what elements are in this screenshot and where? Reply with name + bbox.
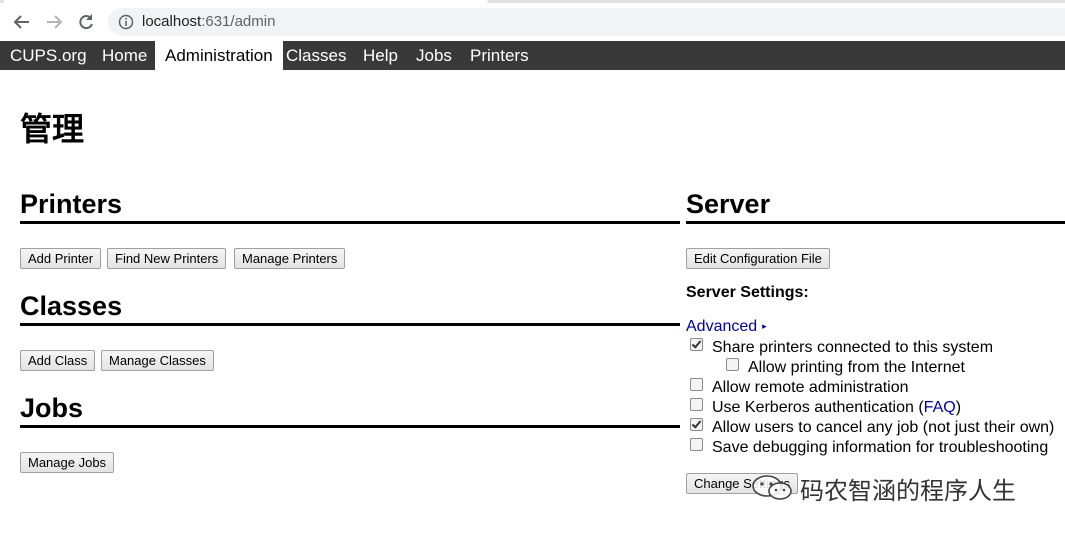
- option-label: Allow printing from the Internet: [748, 359, 965, 376]
- cups-nav-bar: CUPS.org Home Administration Classes Hel…: [0, 41, 1065, 70]
- tab-strip: [0, 0, 1065, 3]
- nav-printers[interactable]: Printers: [460, 41, 539, 70]
- option-cancel-any-job: Allow users to cancel any job (not just …: [690, 418, 1054, 437]
- printers-heading: Printers: [20, 189, 680, 224]
- manage-printers-button[interactable]: Manage Printers: [234, 248, 346, 269]
- remote-admin-checkbox[interactable]: [690, 378, 703, 391]
- kerberos-checkbox[interactable]: [690, 398, 703, 411]
- forward-button[interactable]: [42, 10, 66, 34]
- jobs-heading: Jobs: [20, 393, 680, 428]
- option-debug-logging: Save debugging information for troublesh…: [690, 438, 1048, 457]
- reload-button[interactable]: [74, 10, 98, 34]
- add-class-button[interactable]: Add Class: [20, 350, 96, 371]
- server-heading: Server: [686, 189, 1065, 224]
- browser-toolbar: localhost:631/admin: [0, 0, 1065, 43]
- option-label: Share printers connected to this system: [712, 339, 994, 356]
- manage-jobs-button[interactable]: Manage Jobs: [20, 452, 115, 473]
- add-printer-button[interactable]: Add Printer: [20, 248, 102, 269]
- classes-heading: Classes: [20, 291, 680, 326]
- url-text[interactable]: localhost:631/admin: [142, 13, 275, 30]
- allow-internet-printing-checkbox[interactable]: [726, 358, 739, 371]
- option-allow-internet-printing: Allow printing from the Internet: [726, 358, 965, 377]
- nav-administration[interactable]: Administration: [155, 41, 283, 70]
- option-label: Allow remote administration: [712, 379, 909, 396]
- option-remote-admin: Allow remote administration: [690, 378, 909, 397]
- nav-help[interactable]: Help: [353, 41, 408, 70]
- advanced-toggle[interactable]: Advanced ▸: [686, 318, 767, 336]
- option-label: Save debugging information for troublesh…: [712, 439, 1049, 456]
- share-printers-checkbox[interactable]: [690, 338, 703, 351]
- watermark: 码农智涵的程序人生: [750, 470, 1016, 506]
- cancel-any-job-checkbox[interactable]: [690, 418, 703, 431]
- server-settings-heading: Server Settings:: [686, 284, 809, 301]
- arrow-right-icon: [47, 15, 63, 29]
- nav-classes[interactable]: Classes: [276, 41, 356, 70]
- triangle-right-icon: ▸: [762, 321, 767, 331]
- option-label: Use Kerberos authentication (: [712, 399, 924, 416]
- option-kerberos: Use Kerberos authentication (FAQ): [690, 398, 961, 417]
- url-path: :631/admin: [201, 13, 276, 30]
- page-title: 管理: [20, 110, 85, 148]
- nav-jobs[interactable]: Jobs: [406, 41, 462, 70]
- faq-link[interactable]: FAQ: [924, 399, 956, 416]
- option-label: Allow users to cancel any job (not just …: [712, 419, 1055, 436]
- manage-classes-button[interactable]: Manage Classes: [101, 350, 214, 371]
- watermark-text: 码农智涵的程序人生: [800, 476, 1016, 505]
- address-bar[interactable]: localhost:631/admin: [108, 8, 1065, 36]
- wechat-icon: [752, 475, 792, 500]
- nav-cups-org[interactable]: CUPS.org: [0, 41, 97, 70]
- find-new-printers-button[interactable]: Find New Printers: [107, 248, 227, 269]
- option-label-suffix: ): [955, 399, 962, 416]
- back-button[interactable]: [10, 10, 34, 34]
- debug-logging-checkbox[interactable]: [690, 438, 703, 451]
- option-share-printers: Share printers connected to this system: [690, 338, 993, 357]
- advanced-label: Advanced: [686, 318, 758, 335]
- arrow-left-icon: [13, 15, 29, 29]
- nav-home[interactable]: Home: [92, 41, 157, 70]
- edit-configuration-file-button[interactable]: Edit Configuration File: [686, 248, 830, 269]
- reload-icon: [79, 14, 93, 30]
- url-host: localhost: [142, 13, 202, 30]
- info-icon[interactable]: [118, 14, 134, 30]
